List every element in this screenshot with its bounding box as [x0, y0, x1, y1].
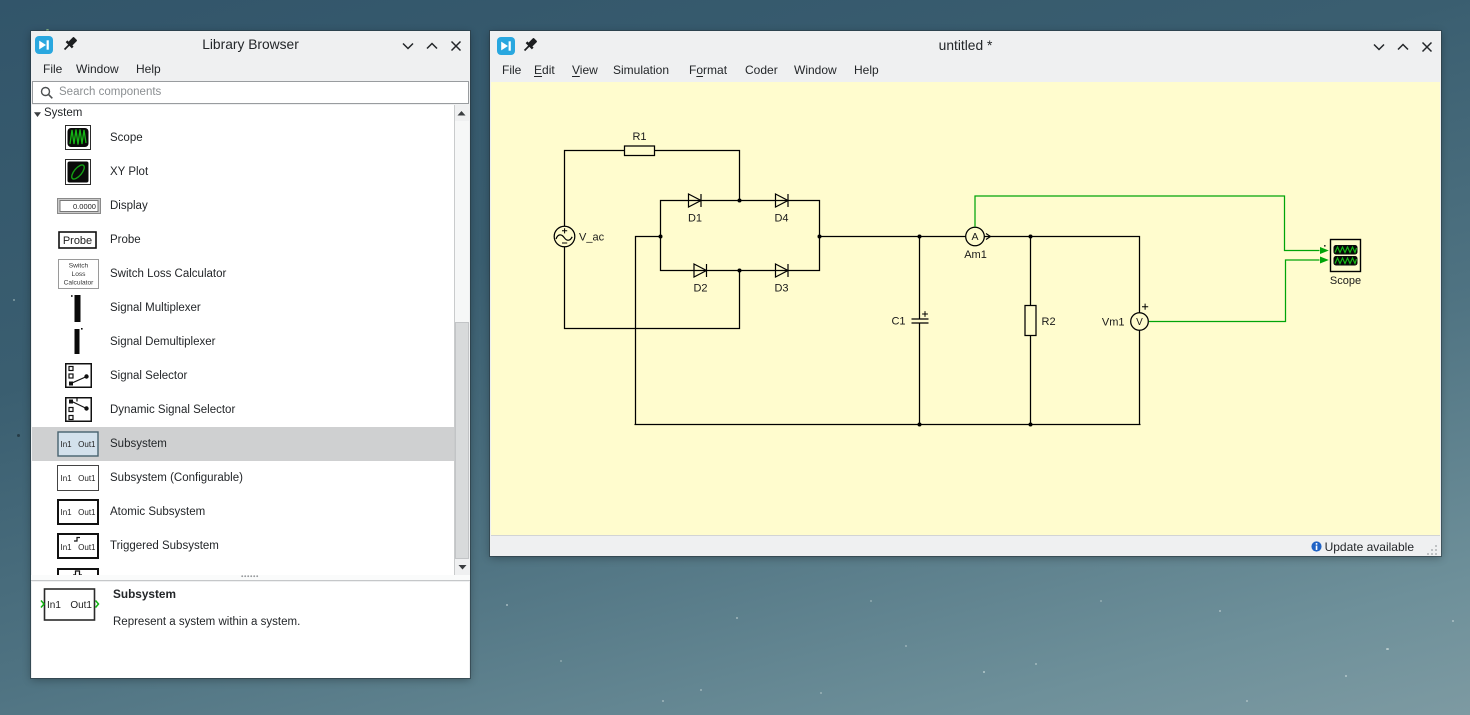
svg-text:Out1: Out1 [78, 508, 96, 517]
svg-text:Out1: Out1 [70, 600, 92, 611]
svg-text:C1: C1 [891, 316, 905, 328]
svg-text:Out1: Out1 [78, 440, 96, 449]
svg-text:V: V [1136, 317, 1143, 328]
svg-text:In1: In1 [61, 440, 73, 449]
svg-text:D4: D4 [774, 213, 788, 225]
svg-text:In1: In1 [61, 474, 73, 483]
svg-text:Scope: Scope [1330, 275, 1361, 287]
svg-text:D1: D1 [688, 213, 702, 225]
svg-text:Am1: Am1 [964, 249, 987, 261]
svg-text:R2: R2 [1042, 316, 1056, 328]
svg-text:A: A [971, 231, 978, 243]
svg-text:In1: In1 [61, 543, 73, 552]
svg-text:Out1: Out1 [78, 543, 96, 552]
svg-text:D2: D2 [693, 283, 707, 295]
svg-text:Calculator: Calculator [64, 280, 94, 287]
svg-text:0.0000: 0.0000 [73, 202, 96, 211]
svg-text:Loss: Loss [72, 271, 87, 278]
svg-text:D3: D3 [774, 283, 788, 295]
svg-text:V_ac: V_ac [579, 232, 605, 244]
svg-text:In1: In1 [61, 508, 73, 517]
svg-text:Out1: Out1 [78, 474, 96, 483]
svg-text:R1: R1 [632, 131, 646, 143]
svg-text:Probe: Probe [63, 235, 92, 247]
svg-text:Vm1: Vm1 [1102, 317, 1125, 329]
svg-text:Switch: Switch [69, 263, 89, 270]
svg-text:In1: In1 [47, 600, 61, 611]
